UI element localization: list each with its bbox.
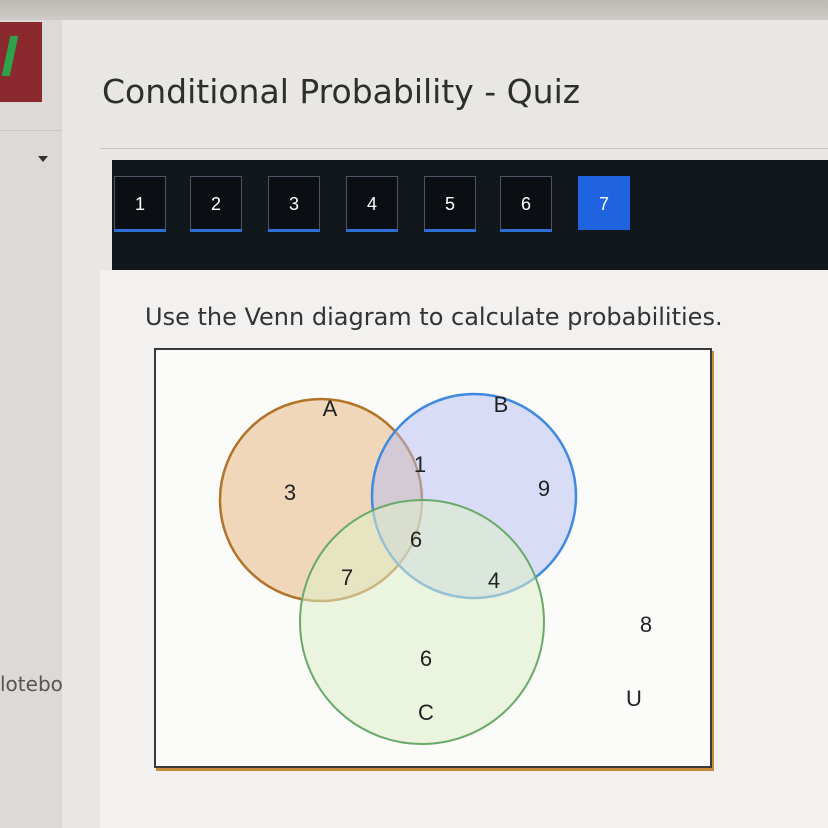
venn-region-a-b-c: 6 bbox=[410, 527, 422, 552]
venn-set-label-a: A bbox=[323, 396, 338, 421]
venn-region-b-only: 9 bbox=[538, 476, 550, 501]
sidebar-divider bbox=[0, 130, 62, 131]
venn-set-label-u: U bbox=[626, 686, 642, 711]
venn-region-a-only: 3 bbox=[284, 480, 296, 505]
left-sidebar bbox=[0, 20, 63, 828]
venn-region-a-b: 1 bbox=[414, 452, 426, 477]
question-nav-button-1[interactable]: 1 bbox=[114, 176, 166, 232]
page-title: Conditional Probability - Quiz bbox=[102, 72, 581, 111]
venn-region-c-only: 6 bbox=[420, 646, 432, 671]
question-nav-button-7[interactable]: 7 bbox=[578, 176, 630, 230]
question-prompt: Use the Venn diagram to calculate probab… bbox=[145, 303, 723, 331]
venn-region-a-c: 7 bbox=[341, 565, 353, 590]
question-nav-button-5[interactable]: 5 bbox=[424, 176, 476, 232]
window-top-bar bbox=[0, 0, 828, 20]
venn-set-label-b: B bbox=[494, 392, 509, 417]
venn-region-outside: 8 bbox=[640, 612, 652, 637]
title-divider bbox=[100, 148, 828, 149]
chevron-down-icon[interactable] bbox=[38, 156, 48, 162]
venn-set-label-c: C bbox=[418, 700, 434, 725]
venn-diagram: A B C U 3 1 9 6 7 4 6 8 bbox=[218, 392, 652, 745]
question-nav-button-3[interactable]: 3 bbox=[268, 176, 320, 232]
app-logo[interactable] bbox=[0, 22, 42, 102]
question-nav-button-2[interactable]: 2 bbox=[190, 176, 242, 232]
question-nav-button-6[interactable]: 6 bbox=[500, 176, 552, 232]
logo-leaf-icon bbox=[1, 36, 19, 76]
question-nav-button-4[interactable]: 4 bbox=[346, 176, 398, 232]
venn-region-b-c: 4 bbox=[488, 568, 500, 593]
